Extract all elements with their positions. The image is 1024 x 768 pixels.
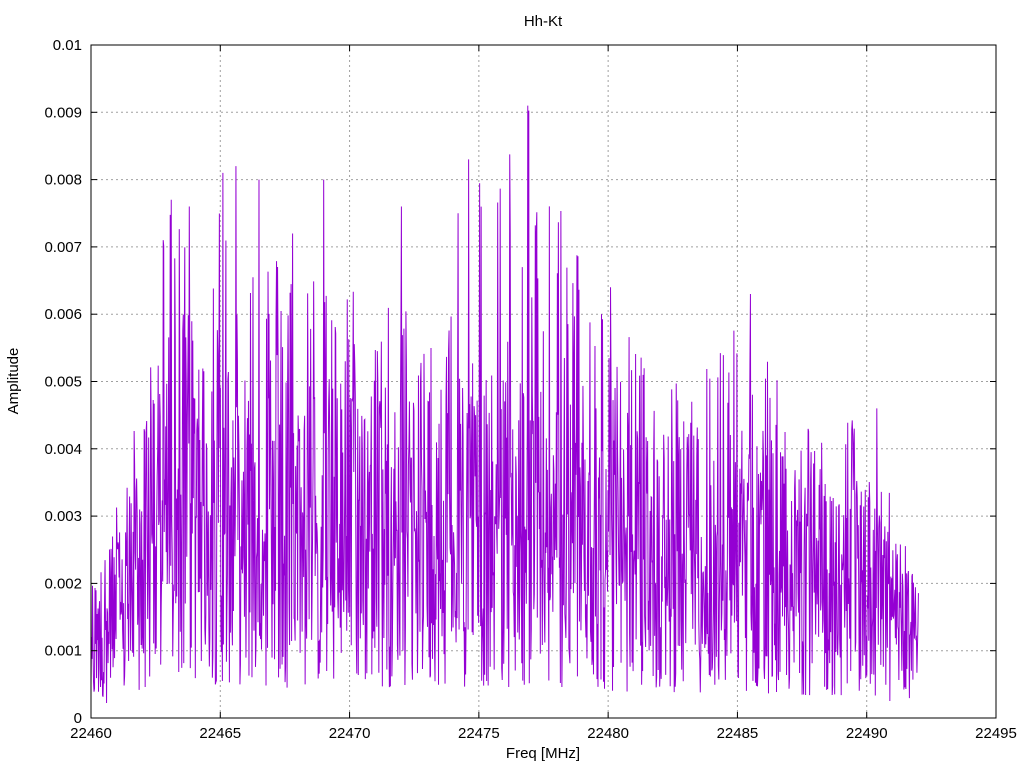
x-tick-label: 22475	[458, 725, 500, 742]
signal-trace	[90, 105, 919, 704]
y-tick-label: 0.007	[44, 239, 82, 256]
y-tick-label: 0	[74, 710, 82, 727]
y-tick-label: 0.002	[44, 575, 82, 592]
x-axis-title: Freq [MHz]	[506, 745, 580, 762]
chart-title: Hh-Kt	[524, 13, 563, 30]
y-tick-label: 0.004	[44, 441, 82, 458]
x-tick-labels: 22460 22465 22470 22475 22480 22485 22490 22495	[70, 725, 1017, 742]
y-tick-label: 0.003	[44, 508, 82, 525]
x-tick-label: 22480	[587, 725, 629, 742]
y-axis-title: Amplitude	[5, 348, 22, 415]
y-tick-labels: 0 0.001 0.002 0.003 0.004 0.005 0.006 0.007 0.00…	[44, 37, 82, 727]
x-tick-label: 22465	[199, 725, 241, 742]
y-tick-label: 0.009	[44, 104, 82, 121]
x-tick-label: 22495	[975, 725, 1017, 742]
y-tick-label: 0.01	[53, 37, 82, 54]
x-tick-label: 22485	[717, 725, 759, 742]
signal-series	[90, 105, 919, 704]
x-tick-label: 22460	[70, 725, 112, 742]
x-tick-label: 22470	[329, 725, 371, 742]
x-tick-label: 22490	[846, 725, 888, 742]
y-tick-label: 0.005	[44, 374, 82, 391]
y-tick-label: 0.006	[44, 306, 82, 323]
y-tick-label: 0.008	[44, 172, 82, 189]
chart: 22460 22465 22470 22475 22480 22485 22490 22495…	[5, 13, 1017, 762]
y-tick-label: 0.001	[44, 643, 82, 660]
